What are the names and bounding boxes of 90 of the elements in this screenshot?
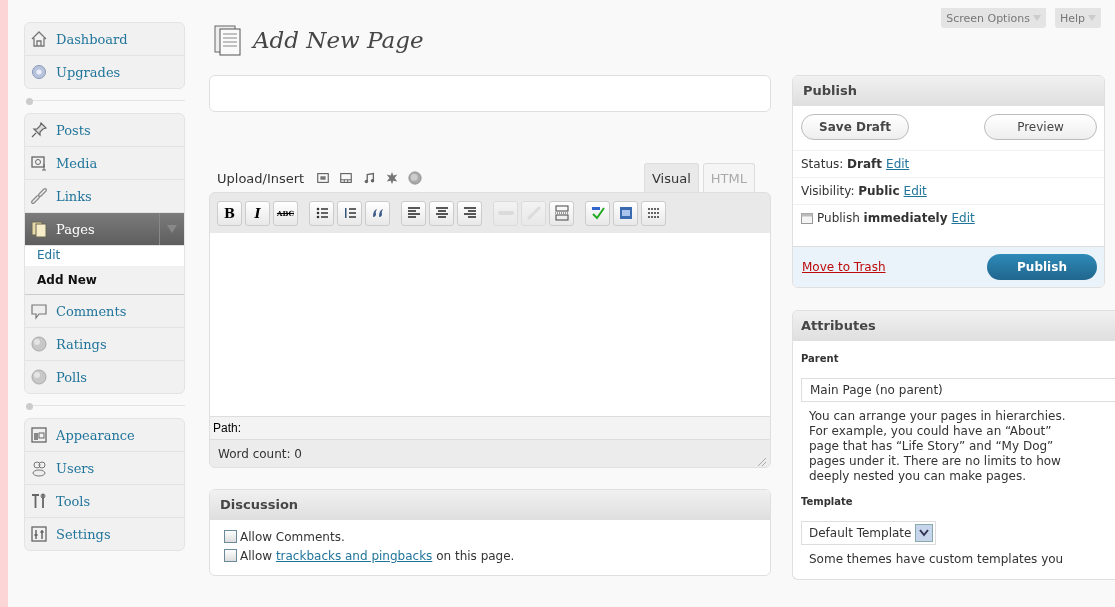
align-center-button[interactable]	[429, 200, 454, 226]
add-video-icon[interactable]	[339, 171, 354, 185]
bold-button[interactable]: B	[217, 200, 242, 226]
upload-label: Upload/Insert	[217, 171, 305, 188]
caret-icon	[167, 225, 177, 233]
move-to-trash-link[interactable]: Move to Trash	[802, 260, 886, 274]
add-circle-icon[interactable]	[408, 171, 423, 185]
template-label: Template	[801, 496, 854, 507]
align-right-icon	[461, 205, 478, 221]
checkbox[interactable]	[224, 549, 237, 562]
publish-button[interactable]: Publish	[987, 254, 1097, 280]
sidebar-item[interactable]: Pages	[25, 213, 184, 246]
trackbacks-link[interactable]: trackbacks and pingbacks	[275, 548, 433, 563]
panel-title: Publish	[803, 83, 857, 98]
tools-icon	[30, 492, 48, 510]
sidebar-item[interactable]: Dashboard	[25, 23, 184, 56]
caret-icon	[1032, 15, 1041, 21]
submenu-item[interactable]: Edit	[25, 246, 184, 266]
link-icon	[30, 187, 48, 205]
sliders-icon	[30, 525, 48, 543]
calendar-icon	[801, 212, 813, 224]
template-help-text: Some themes have custom templates you	[809, 552, 1065, 567]
page-icon	[213, 24, 243, 56]
fullscreen-button[interactable]	[613, 200, 638, 226]
publish-info: Status: Draft	[801, 157, 883, 171]
publish-info: Visibility: Public	[801, 184, 900, 198]
sidebar-item[interactable]: Appearance	[25, 419, 184, 452]
edit-link[interactable]: Edit	[951, 211, 975, 225]
align-left-button[interactable]	[401, 200, 426, 226]
page-title: Add New Page	[253, 27, 424, 53]
template-select[interactable]: Default Template	[801, 521, 937, 545]
house-icon	[30, 30, 48, 48]
chevron-down-icon	[919, 529, 930, 537]
add-star-icon[interactable]	[385, 171, 400, 185]
speech-bubble-icon	[30, 302, 48, 320]
spellcheck-button[interactable]	[585, 200, 610, 226]
parent-select[interactable]: Main Page (no parent)	[801, 378, 1115, 402]
submenu-item[interactable]: Add New	[25, 266, 184, 294]
spellcheck-icon	[589, 205, 606, 221]
circle-icon	[30, 335, 48, 353]
sidebar-item[interactable]: Users	[25, 452, 184, 485]
edit-link[interactable]: Edit	[903, 184, 927, 198]
title-field[interactable]	[209, 75, 771, 112]
align-right-button[interactable]	[457, 200, 482, 226]
screen-options-button[interactable]: Screen Options	[941, 8, 1046, 28]
word-count: Word count: 0	[218, 446, 302, 461]
sidebar-item[interactable]: Posts	[25, 114, 184, 147]
circle-icon	[30, 368, 48, 386]
sidebar-item[interactable]: Polls	[25, 361, 184, 393]
help-button[interactable]: Help	[1054, 8, 1101, 28]
bullets-button[interactable]	[309, 200, 334, 226]
checkbox[interactable]	[224, 530, 237, 543]
kitchen-sink-icon	[645, 205, 662, 221]
resize-grip-icon[interactable]	[755, 455, 767, 467]
users-icon	[30, 459, 48, 477]
more-icon	[553, 205, 570, 221]
sidebar-item[interactable]: Settings	[25, 518, 184, 550]
editor-tab[interactable]: Visual	[644, 163, 699, 192]
path-label: Path:	[213, 421, 242, 435]
sidebar-item[interactable]: Ratings	[25, 328, 184, 361]
fullscreen-icon	[617, 205, 634, 221]
option-label: Allow trackbacks and pingbacks on this page.	[240, 548, 515, 563]
add-image-icon[interactable]	[316, 171, 331, 185]
sidebar-item[interactable]: Upgrades	[25, 56, 184, 88]
caret-icon	[1088, 15, 1096, 21]
publish-info: Publish immediately	[817, 211, 948, 225]
preview-button[interactable]: Preview	[984, 114, 1097, 140]
dropdown-button[interactable]	[915, 524, 934, 542]
parent-help-text: You can arrange your pages in hierarchies. For example, you could have an “About” page that has “Life Story” and “My Dog” pages under it. There are no limits to how deeply nested you can make pages.	[809, 409, 1067, 484]
numbers-button[interactable]	[337, 200, 362, 226]
sidebar-item[interactable]: Tools	[25, 485, 184, 518]
edit-link[interactable]: Edit	[886, 157, 910, 171]
panel-title: Attributes	[801, 318, 876, 333]
add-music-note-icon[interactable]	[362, 171, 377, 185]
layout-icon	[30, 426, 48, 444]
sidebar-item[interactable]: Comments	[25, 295, 184, 328]
media-icon	[30, 154, 48, 172]
parent-label: Parent	[801, 353, 840, 364]
panel-title: Discussion	[220, 497, 299, 512]
pages-icon	[30, 220, 48, 238]
save-draft-button[interactable]: Save Draft	[801, 114, 909, 140]
more-button[interactable]	[549, 200, 574, 226]
quote-button[interactable]	[365, 200, 390, 226]
align-left-icon	[405, 205, 422, 221]
option-label: Allow Comments.	[240, 529, 345, 544]
kitchen-sink-button[interactable]	[641, 200, 666, 226]
align-center-icon	[433, 205, 450, 221]
sidebar-item[interactable]: Media	[25, 147, 184, 180]
italic-button[interactable]: I	[245, 200, 270, 226]
pin-icon	[30, 121, 48, 139]
